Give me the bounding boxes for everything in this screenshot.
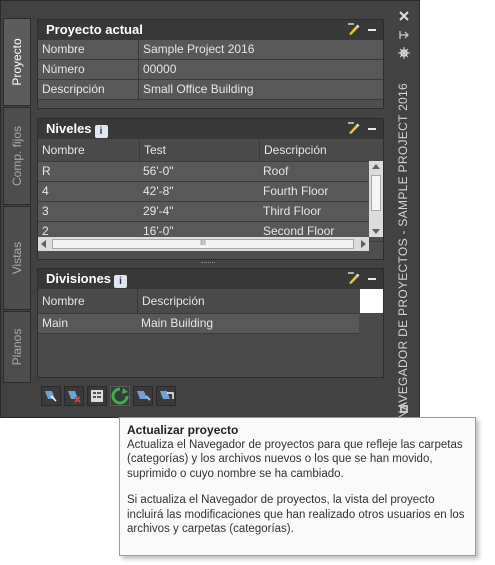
table-row[interactable]: R 56'-0" Roof (38, 162, 383, 182)
table-cell: Fourth Floor (263, 184, 329, 198)
table-cell: 56'-0" (143, 164, 174, 178)
column-header-test[interactable]: Test (139, 139, 257, 161)
field-label: Número (42, 62, 85, 76)
table-row[interactable]: Main Main Building (38, 314, 359, 334)
table-cell: Main Building (141, 316, 214, 330)
info-icon[interactable]: i (114, 275, 128, 288)
proyecto-actual-header: Proyecto actual (38, 20, 383, 40)
repath-icon (137, 391, 151, 401)
table-cell: 4 (42, 184, 49, 198)
niveles-panel: Niveles i Nombre Test Descripción R 56'-0… (37, 118, 384, 260)
autohide-icon[interactable] (399, 30, 409, 40)
proyecto-actual-title: Proyecto actual (46, 22, 143, 37)
scroll-up-arrow-icon[interactable] (372, 164, 380, 169)
field-row: Número 00000 (38, 60, 383, 80)
table-row[interactable]: 3 29'-4" Third Floor (38, 202, 383, 222)
close-icon[interactable] (399, 11, 409, 21)
minimize-icon[interactable] (368, 29, 376, 31)
field-row: Descripción Small Office Building (38, 80, 383, 100)
column-filler (360, 289, 383, 313)
properties-icon[interactable] (398, 47, 410, 59)
scroll-left-arrow-icon[interactable] (41, 240, 46, 248)
splitter-grip[interactable] (201, 262, 215, 266)
tab-proyecto-label: Proyecto (10, 38, 24, 86)
palette-title: NAVEGADOR DE PROYECTOS - SAMPLE PROJECT … (396, 83, 410, 419)
refresh-tooltip: Actualizar proyecto Actualiza el Navegad… (119, 417, 476, 556)
field-row: Nombre Sample Project 2016 (38, 40, 383, 60)
sync-project-button[interactable] (156, 386, 176, 406)
close-project-button[interactable] (64, 386, 84, 406)
tab-proyecto[interactable]: Proyecto (3, 18, 31, 106)
divisiones-title: Divisiones (46, 271, 112, 286)
column-header-descripcion[interactable]: Descripción (137, 289, 359, 313)
sync-icon (160, 391, 174, 399)
repath-project-button[interactable] (133, 386, 153, 406)
refresh-project-button[interactable] (110, 386, 130, 406)
niveles-title: Niveles (46, 121, 92, 136)
table-header: Nombre Descripción (38, 289, 359, 314)
table-cell: 42'-8" (143, 184, 174, 198)
vertical-scrollbar[interactable] (369, 161, 383, 237)
tooltip-description: Actualiza el Navegador de proyectos para… (127, 438, 463, 480)
scrollbar-thumb[interactable]: III (52, 239, 354, 249)
edit-icon[interactable] (347, 23, 361, 36)
table-cell: Roof (263, 164, 289, 178)
project-navigator-palette: Proyecto Comp. fijos Vistas Planos Proye… (0, 0, 420, 419)
scrollbar-thumb[interactable] (371, 175, 381, 211)
field-label: Descripción (42, 82, 105, 96)
tab-comp-fijos-label: Comp. fijos (10, 125, 24, 187)
tab-planos-label: Planos (10, 328, 24, 366)
field-label: Nombre (42, 42, 85, 56)
minimize-icon[interactable] (368, 278, 376, 280)
divisiones-panel: Divisiones i Nombre Descripción Main Main… (37, 268, 384, 378)
table-cell: Third Floor (263, 204, 322, 218)
list-icon (91, 390, 103, 402)
tab-comp-fijos[interactable]: Comp. fijos (3, 107, 31, 205)
scroll-right-arrow-icon[interactable] (361, 240, 366, 248)
table-header: Nombre Test Descripción (38, 139, 383, 162)
table-cell: R (42, 164, 51, 178)
scroll-down-arrow-icon[interactable] (372, 229, 380, 234)
edit-icon[interactable] (347, 272, 361, 285)
tooltip-title: Actualizar proyecto (127, 423, 239, 437)
table-row[interactable]: 4 42'-8" Fourth Floor (38, 182, 383, 202)
project-settings-button[interactable] (87, 386, 107, 406)
info-icon[interactable]: i (94, 125, 108, 138)
column-header-descripcion[interactable]: Descripción (259, 139, 367, 161)
tab-vistas[interactable]: Vistas (3, 206, 31, 310)
minimize-icon[interactable] (368, 128, 376, 130)
edit-icon[interactable] (347, 122, 361, 135)
proyecto-actual-panel: Proyecto actual Nombre Sample Project 20… (37, 19, 384, 109)
niveles-header: Niveles i (38, 119, 383, 139)
field-value[interactable]: 00000 (138, 60, 383, 79)
horizontal-scrollbar[interactable]: III (38, 237, 369, 251)
refresh-icon (111, 387, 129, 405)
close-project-icon (68, 391, 81, 403)
column-header-nombre[interactable]: Nombre (38, 139, 135, 161)
table-cell: Main (42, 316, 69, 330)
table-cell: 29'-4" (143, 204, 174, 218)
tooltip-detail: Si actualiza el Navegador de proyectos, … (127, 494, 465, 535)
tab-vistas-label: Vistas (10, 241, 24, 275)
project-browser-icon (45, 391, 57, 402)
field-value[interactable]: Small Office Building (138, 80, 383, 99)
tab-planos[interactable]: Planos (3, 311, 31, 383)
project-browser-button[interactable] (41, 386, 61, 406)
column-header-nombre[interactable]: Nombre (38, 289, 134, 313)
table-cell: 3 (42, 204, 49, 218)
divisiones-header: Divisiones i (38, 269, 383, 289)
field-value[interactable]: Sample Project 2016 (138, 40, 383, 59)
